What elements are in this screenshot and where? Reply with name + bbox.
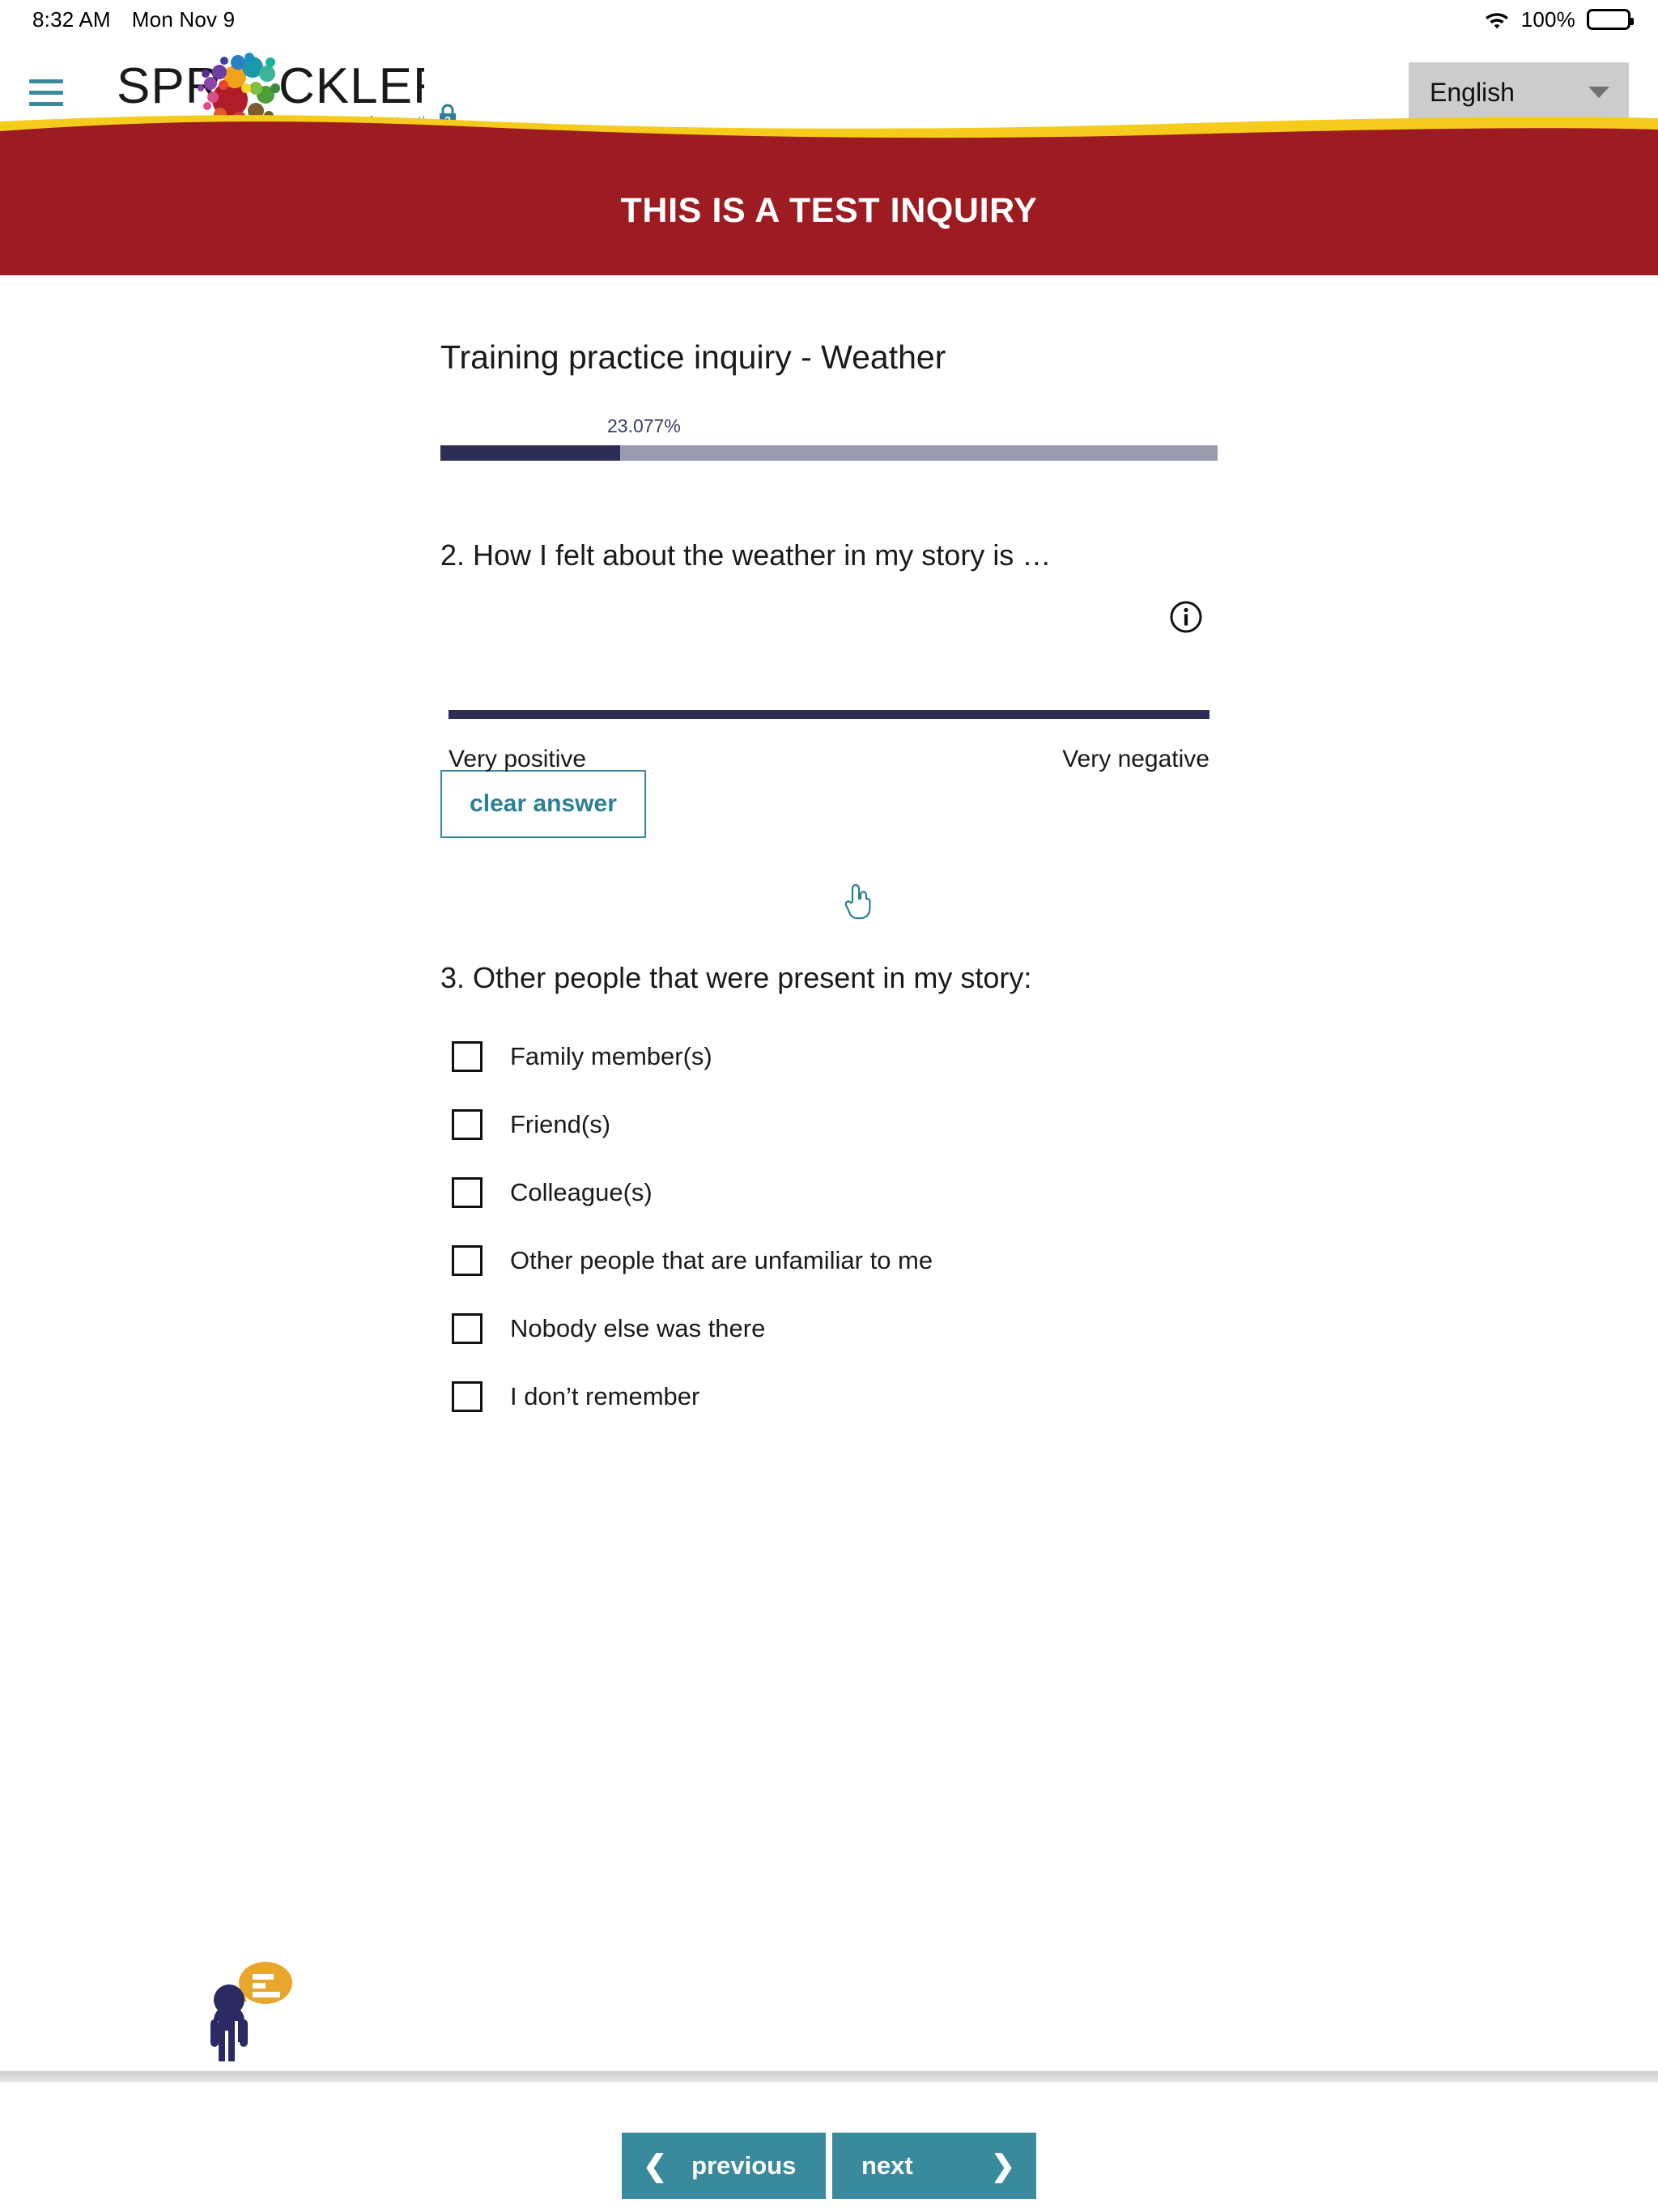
checkbox-label: Nobody else was there	[510, 1314, 766, 1342]
status-bar-date: Mon Nov 9	[131, 6, 236, 32]
svg-text:CKLER: CKLER	[278, 58, 424, 114]
checkbox-label: Colleague(s)	[510, 1178, 653, 1206]
slider-right-label: Very negative	[1062, 746, 1209, 772]
hamburger-bar	[29, 79, 63, 83]
survey-footer-nav: ❮ previous next ❯	[0, 2082, 1658, 2212]
question-3-text: 3. Other people that were present in my …	[440, 961, 1032, 994]
inquiry-title: Training practice inquiry - Weather	[440, 338, 946, 376]
language-selected-value: English	[1430, 77, 1515, 107]
ground-line	[0, 2071, 1658, 2082]
checkbox-input[interactable]	[452, 1041, 483, 1072]
banner-title: THIS IS A TEST INQUIRY	[620, 190, 1038, 230]
wave-divider-icon	[0, 115, 1658, 152]
checkbox-input[interactable]	[452, 1177, 483, 1208]
progress-bar-fill	[440, 445, 620, 461]
status-bar-left: 8:32 AM Mon Nov 9	[32, 7, 235, 32]
question-3-checkbox-list: Family member(s) Friend(s) Colleague(s) Oth…	[440, 1023, 1218, 1431]
clear-answer-button[interactable]: clear answer	[440, 770, 646, 838]
ios-status-bar: 8:32 AM Mon Nov 9 100%	[0, 0, 1658, 39]
hamburger-bar	[29, 90, 63, 95]
checkbox-label: Friend(s)	[510, 1110, 611, 1138]
next-button[interactable]: next ❯	[832, 2133, 1036, 2199]
question-2-slider-block: Very positive Very negative	[440, 600, 1218, 773]
checkbox-input[interactable]	[452, 1381, 483, 1412]
chevron-down-icon	[1588, 87, 1609, 98]
question-2-text: 2. How I felt about the weather in my st…	[440, 538, 1052, 572]
checkbox-row[interactable]: Nobody else was there	[440, 1295, 1218, 1363]
checkbox-label: I don’t remember	[510, 1382, 700, 1410]
chevron-left-icon: ❮	[643, 2149, 668, 2182]
next-button-label: next	[861, 2151, 913, 2180]
person-speech-bubble-icon	[202, 1956, 300, 2061]
checkbox-label: Other people that are unfamiliar to me	[510, 1246, 933, 1274]
status-bar-time: 8:32 AM	[32, 6, 111, 32]
previous-button[interactable]: ❮ previous	[622, 2133, 826, 2199]
checkbox-row[interactable]: Other people that are unfamiliar to me	[440, 1227, 1218, 1295]
test-inquiry-banner: THIS IS A TEST INQUIRY	[0, 115, 1658, 275]
info-circle-icon[interactable]	[1169, 600, 1203, 634]
status-bar-right: 100%	[1484, 6, 1634, 32]
checkbox-label: Family member(s)	[510, 1042, 712, 1070]
battery-icon	[1587, 9, 1634, 30]
slider-labels: Very positive Very negative	[449, 746, 1209, 773]
hamburger-bar	[29, 101, 63, 106]
sentiment-slider[interactable]	[449, 710, 1209, 719]
checkbox-row[interactable]: Friend(s)	[440, 1091, 1218, 1159]
checkbox-row[interactable]: Family member(s)	[440, 1023, 1218, 1091]
checkbox-row[interactable]: Colleague(s)	[440, 1159, 1218, 1227]
slider-left-label: Very positive	[449, 746, 587, 772]
survey-content: Training practice inquiry - Weather 23.0…	[0, 275, 1658, 2082]
checkbox-input[interactable]	[452, 1245, 483, 1276]
progress-percent-label: 23.077%	[607, 415, 681, 436]
wifi-icon	[1484, 10, 1510, 29]
checkbox-row[interactable]: I don’t remember	[440, 1363, 1218, 1431]
checkbox-input[interactable]	[452, 1313, 483, 1344]
previous-button-label: previous	[691, 2151, 797, 2180]
battery-percent-label: 100%	[1520, 6, 1575, 32]
chevron-right-icon: ❯	[990, 2149, 1015, 2182]
progress-block: 23.077%	[440, 415, 1218, 461]
survey-inner-column: Training practice inquiry - Weather 23.0…	[440, 275, 1218, 1431]
progress-bar-track	[440, 445, 1218, 461]
checkbox-input[interactable]	[452, 1109, 483, 1140]
